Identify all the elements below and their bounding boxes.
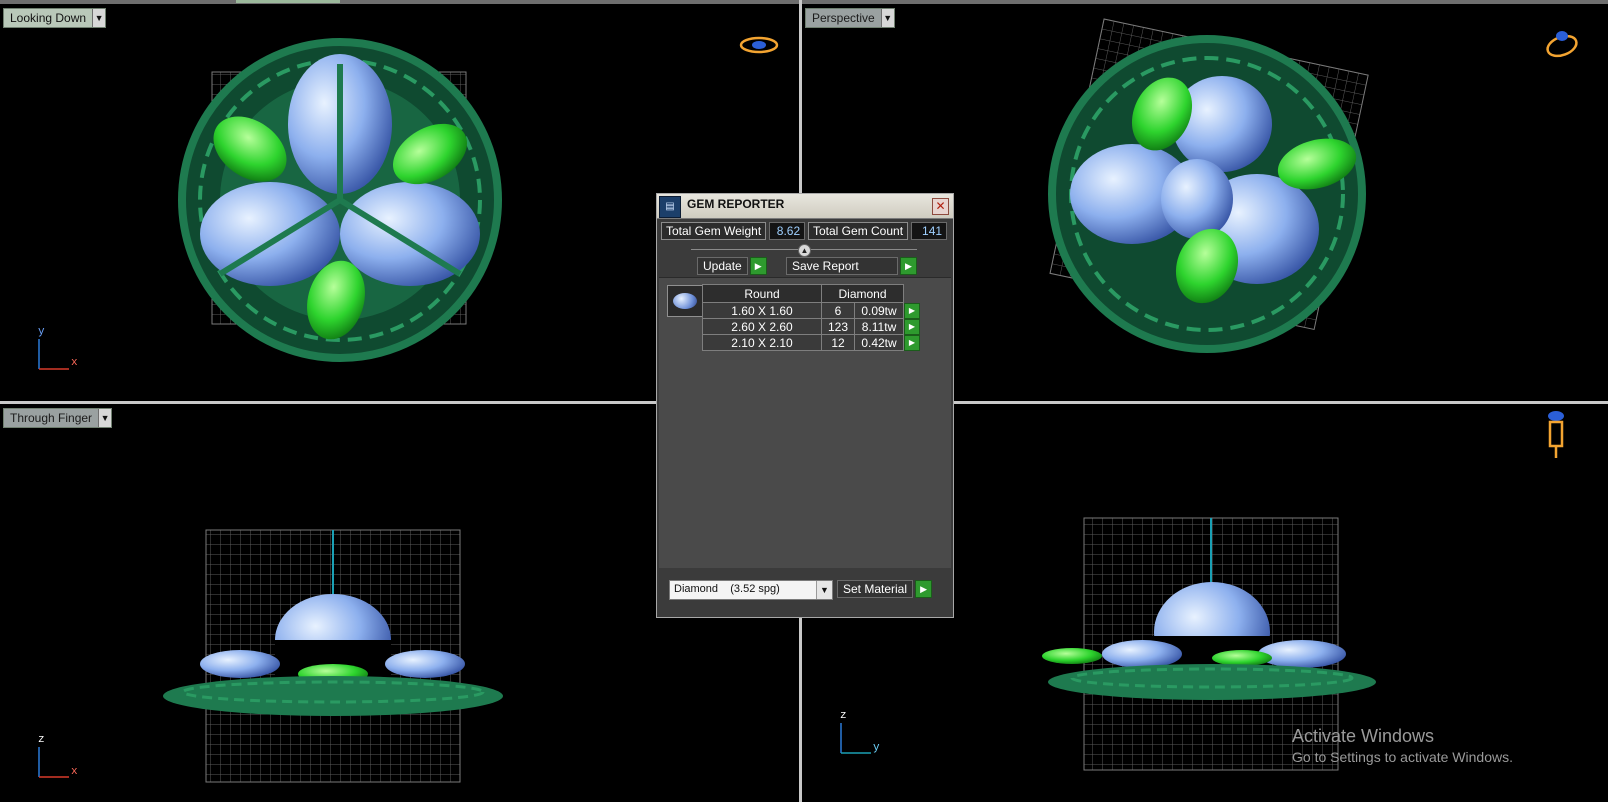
dialog-title: GEM REPORTER — [687, 197, 785, 211]
gem-weight: 8.11tw — [854, 318, 904, 335]
header-material: Diamond — [821, 284, 904, 303]
gem-table-header: Round Diamond — [702, 284, 921, 303]
play-arrow-icon[interactable]: ▶ — [904, 318, 920, 335]
total-gem-count-label: Total Gem Count — [808, 222, 909, 240]
gem-count: 123 — [821, 318, 855, 335]
chevron-down-icon[interactable]: ▼ — [816, 581, 832, 599]
gem-size: 2.60 X 2.60 — [702, 318, 822, 335]
play-arrow-icon[interactable]: ▶ — [904, 334, 920, 351]
round-diamond-icon — [673, 293, 697, 309]
viewport-label-perspective[interactable]: Perspective ▼ — [805, 8, 895, 28]
viewport-label-looking-down[interactable]: Looking Down ▼ — [3, 8, 107, 28]
gem-list-panel: Round Diamond 1.60 X 1.60 6 0.09tw ▶ 2.6… — [659, 277, 951, 568]
axis-label-z: z — [38, 734, 45, 746]
viewport-label-text: Through Finger — [10, 411, 93, 425]
viewport-label-text: Looking Down — [10, 11, 87, 25]
ring-perspective-icon[interactable] — [1542, 26, 1582, 60]
play-arrow-icon[interactable]: ▶ — [900, 257, 917, 275]
close-icon[interactable]: ✕ — [932, 198, 949, 215]
update-button[interactable]: Update ▶ — [697, 257, 767, 275]
dialog-title-bar[interactable]: ▤ GEM REPORTER ✕ — [657, 194, 953, 219]
material-select-value: Diamond (3.52 spg) — [674, 583, 780, 595]
gem-table: Round Diamond 1.60 X 1.60 6 0.09tw ▶ 2.6… — [702, 284, 921, 351]
axis-label-y: y — [38, 326, 45, 338]
header-shape: Round — [702, 284, 822, 303]
viewport-label-text: Perspective — [812, 11, 875, 25]
axis-label-x: x — [71, 357, 78, 369]
table-row[interactable]: 2.10 X 2.10 12 0.42tw ▶ — [702, 334, 921, 351]
ring-side-icon[interactable] — [1544, 408, 1568, 462]
gem-reporter-icon: ▤ — [659, 196, 681, 218]
total-gem-weight-value: 8.62 — [769, 222, 806, 240]
activation-watermark: Activate Windows Go to Settings to activ… — [1292, 726, 1513, 765]
gem-size: 1.60 X 1.60 — [702, 302, 822, 319]
gem-count: 6 — [821, 302, 855, 319]
ring-orientation-icon[interactable] — [737, 34, 781, 56]
play-arrow-icon[interactable]: ▶ — [915, 580, 933, 598]
chevron-down-icon[interactable]: ▼ — [98, 409, 112, 427]
watermark-subtitle: Go to Settings to activate Windows. — [1292, 749, 1513, 765]
gem-count: 12 — [821, 334, 855, 351]
set-material-button-label: Set Material — [837, 580, 914, 598]
gem-weight: 0.09tw — [854, 302, 904, 319]
axis-label-y: y — [873, 742, 880, 754]
play-arrow-icon[interactable]: ▶ — [749, 257, 767, 275]
total-gem-count-value: 141 — [911, 222, 948, 240]
gem-reporter-dialog: ▤ GEM REPORTER ✕ Total Gem Weight 8.62 T… — [656, 193, 954, 618]
viewport-label-through-finger[interactable]: Through Finger ▼ — [3, 408, 113, 428]
watermark-title: Activate Windows — [1292, 726, 1435, 746]
axis-label-z: z — [840, 710, 847, 722]
gem-weight: 0.42tw — [854, 334, 904, 351]
total-gem-weight: Total Gem Weight 8.62 — [661, 222, 806, 240]
total-gem-count: Total Gem Count 141 — [808, 222, 948, 240]
update-button-label: Update — [697, 257, 748, 275]
play-arrow-icon[interactable]: ▶ — [904, 302, 920, 319]
table-row[interactable]: 2.60 X 2.60 123 8.11tw ▶ — [702, 318, 921, 335]
chevron-down-icon[interactable]: ▼ — [92, 9, 106, 27]
collapse-icon[interactable]: ▲ — [798, 244, 811, 257]
save-report-button[interactable]: Save Report ▶ — [786, 257, 917, 275]
total-gem-weight-label: Total Gem Weight — [661, 222, 767, 240]
round-gem-thumbnail[interactable] — [667, 285, 703, 317]
chevron-down-icon[interactable]: ▼ — [880, 9, 894, 27]
material-select[interactable]: Diamond (3.52 spg) ▼ — [669, 580, 833, 600]
save-report-button-label: Save Report — [786, 257, 898, 275]
table-row[interactable]: 1.60 X 1.60 6 0.09tw ▶ — [702, 302, 921, 319]
gem-size: 2.10 X 2.10 — [702, 334, 822, 351]
axis-label-x: x — [71, 766, 78, 778]
set-material-button[interactable]: Set Material ▶ — [837, 580, 933, 598]
